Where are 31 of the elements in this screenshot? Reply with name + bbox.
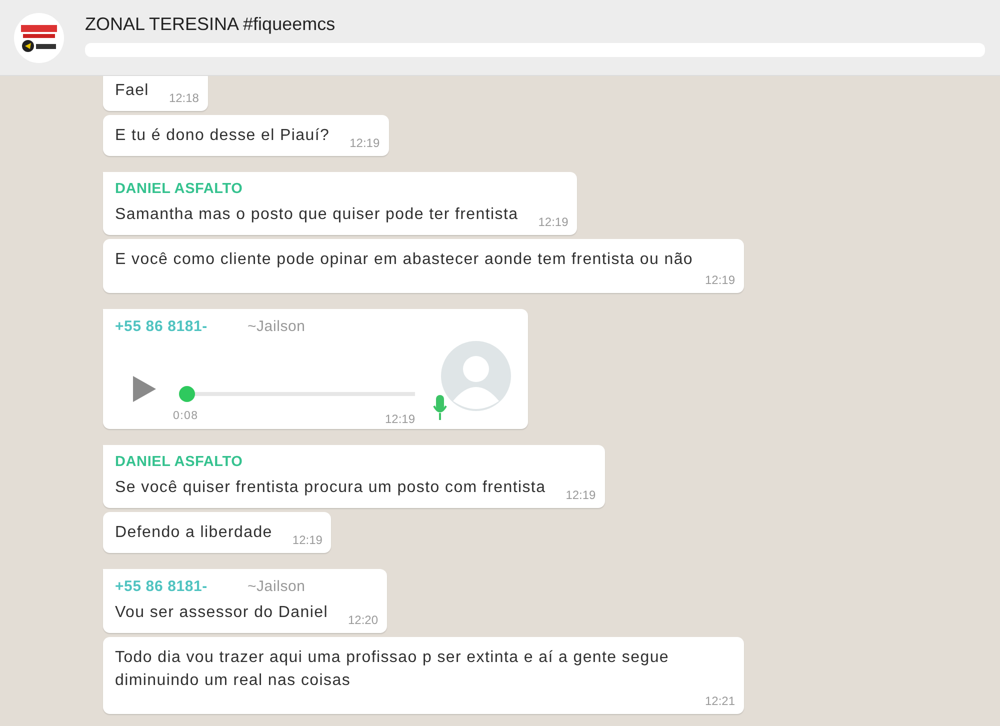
message-time: 12:18 [168, 90, 199, 105]
message-text: E você como cliente pode opinar em abastecer aonde tem frentista ou não [115, 250, 694, 270]
play-icon[interactable] [131, 375, 157, 403]
audio-progress-thumb[interactable] [179, 386, 195, 402]
message-text: Defendo a liberdade [115, 523, 272, 543]
message-time: 12:19 [348, 135, 380, 150]
group-avatar[interactable] [14, 12, 64, 62]
audio-duration: 0:08 [173, 410, 198, 423]
message-time: 12:19 [704, 272, 735, 287]
message-time: 12:19 [537, 214, 568, 229]
message-text: Fael [115, 81, 149, 101]
user-avatar-icon [441, 341, 511, 411]
sender-name: ~Jailson [247, 578, 306, 595]
message-time: 12:20 [346, 612, 378, 627]
message-text: Todo dia vou trazer aqui uma profissao p ser extinta e aí a gente segue diminuindo um real nas coisas [115, 648, 670, 691]
message-time: 12:19 [291, 532, 322, 547]
sender-name: DANIEL ASFALTO [115, 181, 243, 197]
logo-icon [19, 22, 59, 52]
sender-phone: +55 86 8181- [115, 578, 208, 595]
sender-name: DANIEL ASFALTO [115, 454, 243, 470]
message-time: 12:19 [384, 411, 415, 426]
chat-title: ZONAL TERESINA #fiqueemcs [85, 14, 336, 35]
sender-phone: +55 86 8181- [115, 318, 208, 335]
message-time: 12:21 [704, 693, 735, 708]
message-text: Se você quiser frentista procura um posto com frentista [115, 478, 546, 498]
message-text: Vou ser assessor do Daniel [115, 603, 328, 623]
message-text: Samantha mas o posto que quiser pode ter frentista [115, 205, 518, 225]
message-text: E tu é dono desse el Piauí? [115, 126, 330, 146]
microphone-icon [433, 395, 447, 421]
message-time: 12:19 [564, 487, 596, 502]
sender-name: ~Jailson [247, 318, 306, 335]
